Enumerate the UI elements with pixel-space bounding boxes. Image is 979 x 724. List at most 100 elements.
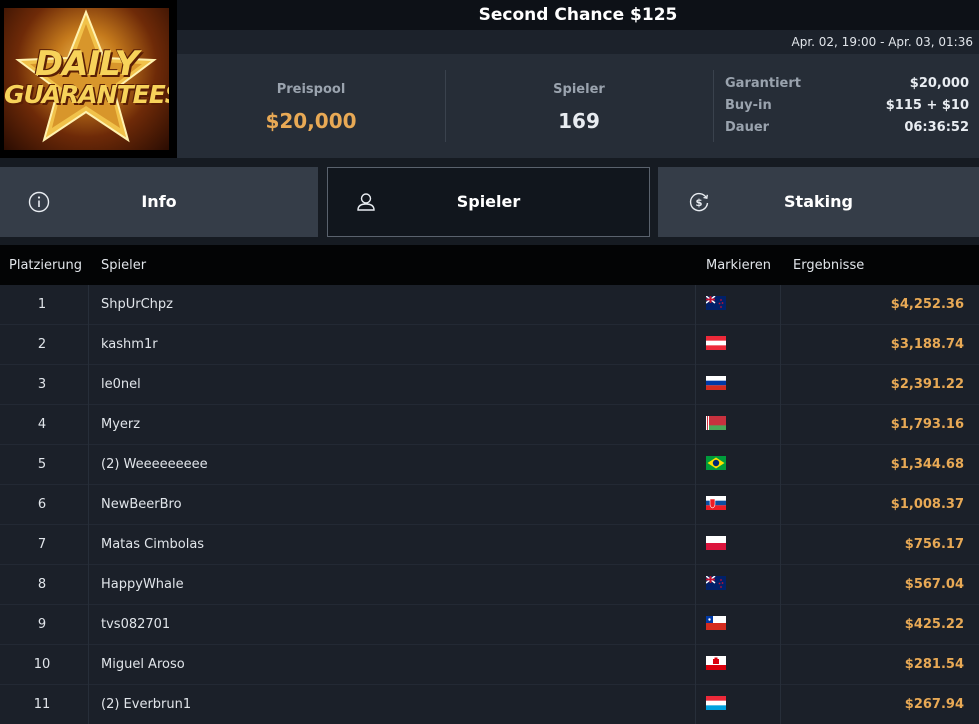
players-value: 169 (558, 109, 600, 133)
tab-spieler[interactable]: Spieler (327, 167, 650, 237)
placement-cell: 11 (33, 697, 51, 712)
column-divider (695, 565, 696, 605)
players-label: Spieler (553, 82, 605, 97)
luxembourg-flag-icon (706, 696, 726, 710)
column-divider (88, 405, 89, 445)
result-cell: $281.54 (904, 657, 964, 672)
column-divider (780, 525, 781, 565)
placement-cell: 6 (37, 497, 47, 512)
column-divider (695, 605, 696, 645)
detail-duration: Dauer 06:36:52 (725, 120, 969, 142)
placement-cell: 2 (37, 337, 47, 352)
brazil-flag-icon (706, 456, 726, 470)
column-divider (695, 285, 696, 325)
tab-info[interactable]: Info (0, 167, 318, 237)
table-row[interactable]: 2 kashm1r $3,188.74 (0, 325, 979, 365)
divider (713, 70, 714, 142)
detail-guaranteed: Garantiert $20,000 (725, 76, 969, 98)
column-divider (695, 485, 696, 525)
player-name-cell[interactable]: Myerz (101, 417, 140, 432)
tab-info-label: Info (141, 192, 177, 211)
tournament-title: Second Chance $125 (177, 0, 979, 30)
logo-line-1: DAILY (34, 44, 139, 84)
austria-flag-icon (706, 336, 726, 350)
table-row[interactable]: 4 Myerz $1,793.16 (0, 405, 979, 445)
column-divider (695, 445, 696, 485)
new-zealand-flag-icon (706, 296, 726, 310)
placement-cell: 1 (37, 297, 47, 312)
player-name-cell[interactable]: (2) Everbrun1 (101, 697, 191, 712)
table-row[interactable]: 5 (2) Weeeeeeeee $1,344.68 (0, 445, 979, 485)
column-divider (780, 285, 781, 325)
placement-cell: 3 (37, 377, 47, 392)
column-header-player[interactable]: Spieler (101, 258, 146, 273)
player-name-cell[interactable]: (2) Weeeeeeeee (101, 457, 208, 472)
column-divider (88, 285, 89, 325)
result-cell: $2,391.22 (890, 377, 964, 392)
placement-cell: 8 (37, 577, 47, 592)
column-divider (780, 445, 781, 485)
column-divider (88, 445, 89, 485)
detail-value: 06:36:52 (904, 120, 969, 135)
column-divider (88, 485, 89, 525)
table-row[interactable]: 7 Matas Cimbolas $756.17 (0, 525, 979, 565)
tab-staking[interactable]: $ Staking (658, 167, 979, 237)
table-row[interactable]: 3 le0nel $2,391.22 (0, 365, 979, 405)
placement-cell: 10 (33, 657, 51, 672)
column-header-placement[interactable]: Platzierung (9, 258, 82, 273)
column-divider (88, 365, 89, 405)
column-divider (780, 645, 781, 685)
table-row[interactable]: 8 HappyWhale $567.04 (0, 565, 979, 605)
placement-cell: 7 (37, 537, 47, 552)
table-row[interactable]: 6 NewBeerBro $1,008.37 (0, 485, 979, 525)
result-cell: $1,008.37 (890, 497, 964, 512)
tournament-date-range: Apr. 02, 19:00 - Apr. 03, 01:36 (177, 30, 979, 54)
table-row[interactable]: 11 (2) Everbrun1 $267.94 (0, 685, 979, 724)
new-zealand-flag-icon (706, 576, 726, 590)
player-name-cell[interactable]: Miguel Aroso (101, 657, 185, 672)
player-name-cell[interactable]: le0nel (101, 377, 141, 392)
column-divider (695, 685, 696, 724)
column-divider (88, 325, 89, 365)
player-name-cell[interactable]: Matas Cimbolas (101, 537, 204, 552)
slovakia-flag-icon (706, 496, 726, 510)
result-cell: $3,188.74 (890, 337, 964, 352)
player-name-cell[interactable]: HappyWhale (101, 577, 184, 592)
column-divider (88, 645, 89, 685)
prizepool-label: Preispool (276, 82, 346, 97)
column-divider (695, 525, 696, 565)
russia-flag-icon (706, 376, 726, 390)
result-cell: $756.17 (904, 537, 964, 552)
column-divider (695, 645, 696, 685)
tournament-stats: Preispool $20,000 Spieler 169 Garantiert… (177, 54, 979, 158)
player-name-cell[interactable]: NewBeerBro (101, 497, 182, 512)
column-divider (695, 405, 696, 445)
belarus-flag-icon (706, 416, 726, 430)
column-divider (695, 325, 696, 365)
placement-cell: 4 (37, 417, 47, 432)
player-name-cell[interactable]: ShpUrChpz (101, 297, 173, 312)
placement-cell: 9 (37, 617, 47, 632)
players-stat: Spieler 169 (445, 54, 713, 158)
detail-label: Garantiert (725, 76, 801, 91)
result-cell: $4,252.36 (890, 297, 964, 312)
detail-value: $115 + $10 (885, 98, 969, 113)
table-header: Platzierung Spieler Markieren Ergebnisse (0, 245, 979, 285)
column-divider (780, 565, 781, 605)
poland-flag-icon (706, 536, 726, 550)
column-header-flag[interactable]: Markieren (706, 258, 771, 273)
result-cell: $1,344.68 (890, 457, 964, 472)
table-row[interactable]: 9 tvs082701 $425.22 (0, 605, 979, 645)
table-row[interactable]: 1 ShpUrChpz $4,252.36 (0, 285, 979, 325)
player-name-cell[interactable]: kashm1r (101, 337, 158, 352)
detail-label: Dauer (725, 120, 770, 135)
tournament-logo: DAILY GUARANTEES (0, 0, 177, 158)
column-header-results[interactable]: Ergebnisse (793, 258, 864, 273)
column-divider (88, 565, 89, 605)
column-divider (780, 605, 781, 645)
prizepool-value: $20,000 (265, 109, 357, 133)
table-row[interactable]: 10 Miguel Aroso $281.54 (0, 645, 979, 685)
column-divider (88, 685, 89, 724)
placement-cell: 5 (37, 457, 47, 472)
player-name-cell[interactable]: tvs082701 (101, 617, 170, 632)
